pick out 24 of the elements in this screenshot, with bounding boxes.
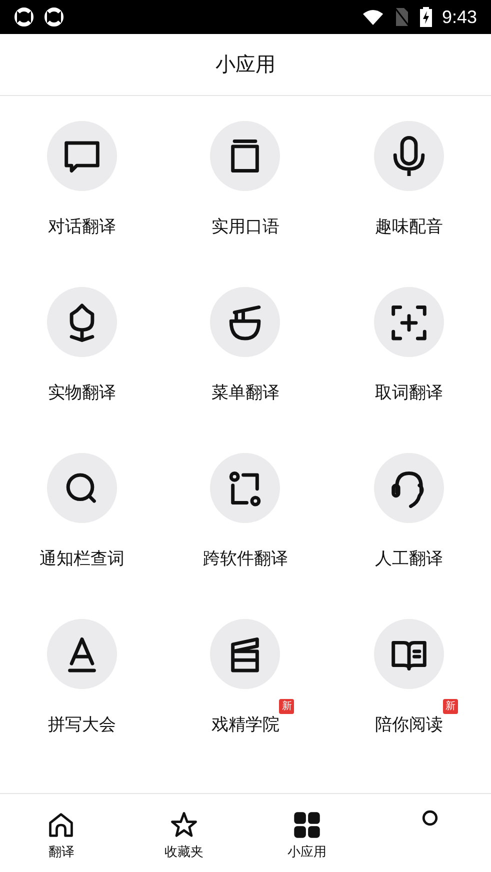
- app-label: 通知栏查词: [39, 548, 124, 571]
- app-label: 实物翻译: [48, 382, 116, 405]
- sync-icon: [44, 7, 64, 27]
- page-title: 小应用: [216, 51, 276, 78]
- app-label: 对话翻译: [48, 216, 116, 239]
- sync-icon: [14, 7, 34, 27]
- clock-time: 9:43: [442, 6, 477, 28]
- app-label: 戏精学院: [211, 714, 280, 737]
- app-label: 菜单翻译: [211, 382, 280, 405]
- app-label: 趣味配音: [375, 216, 444, 239]
- new-badge: 新: [443, 699, 458, 714]
- new-badge: 新: [279, 699, 294, 714]
- app-label: 实用口语: [211, 216, 280, 239]
- battery-icon: [420, 7, 432, 27]
- app-label: 陪你阅读: [375, 714, 444, 737]
- app-label: 跨软件翻译: [202, 548, 288, 571]
- nav-tab[interactable]: 翻译: [0, 794, 123, 872]
- app-label: 取词翻译: [375, 382, 444, 405]
- nav-tab[interactable]: 小应用: [246, 794, 368, 872]
- sim-icon: [394, 7, 410, 27]
- app-label: 拼写大会: [48, 714, 116, 737]
- nav-tab[interactable]: 收藏夹: [122, 794, 246, 872]
- app-label: 人工翻译: [375, 548, 444, 571]
- wifi-icon: [362, 8, 384, 26]
